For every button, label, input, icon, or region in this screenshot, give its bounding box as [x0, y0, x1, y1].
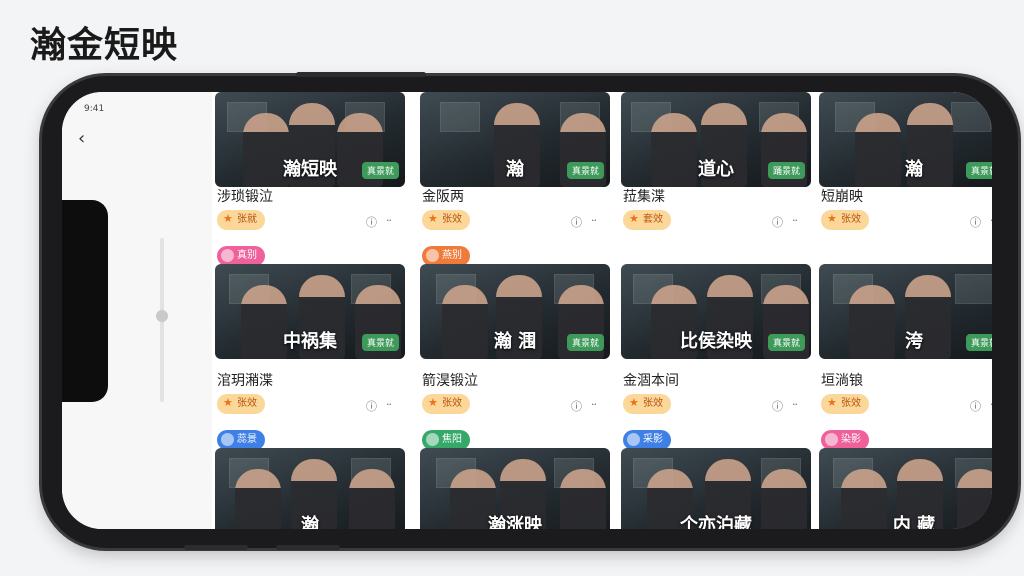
status-badge: 真景就: [566, 334, 604, 351]
drama-thumbnail[interactable]: 内 藏: [819, 448, 992, 529]
drama-name: 金涸本间: [623, 373, 679, 389]
more-dots-icon[interactable]: ··: [591, 214, 597, 227]
drama-name: 箭淏锻泣: [422, 373, 478, 389]
drama-thumbnail[interactable]: 洿 真景就: [819, 264, 992, 359]
thumbnail-title: 瀚: [301, 515, 319, 529]
hot-chip: 张效: [422, 394, 470, 414]
drama-name: 垣淌锒: [821, 373, 863, 389]
status-badge: 真景就: [361, 162, 399, 179]
category-tag: 燕别: [422, 246, 470, 266]
volume-button: [296, 72, 426, 77]
category-tag: 焦阳: [422, 430, 470, 450]
status-badge: 真景就: [767, 334, 805, 351]
hot-chip: 张效: [422, 210, 470, 230]
thumbnail-title: 个亦泊藏: [680, 515, 752, 529]
info-icon[interactable]: ⓘ: [970, 398, 981, 414]
info-icon[interactable]: ⓘ: [366, 214, 377, 230]
more-dots-icon[interactable]: ··: [386, 214, 392, 227]
drama-name: 涉琐锻泣: [217, 189, 273, 205]
info-icon[interactable]: ⓘ: [772, 398, 783, 414]
drama-card[interactable]: 焦阳 瀚涨映: [420, 430, 610, 529]
drama-card[interactable]: 燕别 瀚 涠 真景就 箭淏锻泣 张效 ⓘ ··: [420, 246, 610, 416]
drama-name: 金阪两: [422, 189, 464, 205]
drama-card[interactable]: 比侯染映 真景就 金涸本间 张效 ⓘ ··: [621, 246, 811, 416]
page-title: 瀚金短映: [30, 25, 179, 66]
more-dots-icon[interactable]: ··: [990, 214, 992, 227]
drama-thumbnail[interactable]: 瀚: [215, 448, 405, 529]
info-icon[interactable]: ⓘ: [366, 398, 377, 414]
more-dots-icon[interactable]: ··: [591, 398, 597, 411]
drama-name: 菈集渫: [623, 189, 665, 205]
hot-chip: 张效: [217, 394, 265, 414]
drama-thumbnail[interactable]: 瀚 真景就: [819, 92, 992, 187]
drama-thumbnail[interactable]: 比侯染映 真景就: [621, 264, 811, 359]
info-icon[interactable]: ⓘ: [970, 214, 981, 230]
drama-thumbnail[interactable]: 瀚 真景就: [420, 92, 610, 187]
scroll-slider-thumb[interactable]: [156, 310, 168, 322]
hot-chip: 张效: [623, 394, 671, 414]
status-badge: 真景就: [566, 162, 604, 179]
hot-chip: 套效: [623, 210, 671, 230]
status-badge: 真景就: [361, 334, 399, 351]
more-dots-icon[interactable]: ··: [990, 398, 992, 411]
drama-thumbnail[interactable]: 个亦泊藏: [621, 448, 811, 529]
hot-chip: 张效: [821, 210, 869, 230]
status-badge: 真景就: [965, 162, 992, 179]
drama-card[interactable]: 瀚短映 真景就 涉琐锻泣 张就 ⓘ ··: [215, 92, 405, 232]
info-icon[interactable]: ⓘ: [571, 214, 582, 230]
drama-card[interactable]: 染影 内 藏: [819, 430, 992, 529]
drama-card[interactable]: 瀚 真景就 金阪两 张效 ⓘ ··: [420, 92, 610, 232]
hot-chip: 张就: [217, 210, 265, 230]
drama-card[interactable]: 采影 个亦泊藏: [621, 430, 811, 529]
category-tag: 真别: [217, 246, 265, 266]
info-icon[interactable]: ⓘ: [772, 214, 783, 230]
drama-thumbnail[interactable]: 道心 踊景就: [621, 92, 811, 187]
status-time: 9:41: [84, 104, 105, 114]
drama-card[interactable]: 洿 真景就 垣淌锒 张效 ⓘ ··: [819, 246, 992, 416]
more-dots-icon[interactable]: ··: [386, 398, 392, 411]
drama-name: 短崩映: [821, 189, 863, 205]
drama-grid: 瀚短映 真景就 涉琐锻泣 张就 ⓘ ·· 瀚 真景就 金阪两 张效 ⓘ ··: [215, 92, 992, 529]
category-tag: 采影: [623, 430, 671, 450]
info-icon[interactable]: ⓘ: [571, 398, 582, 414]
hot-chip: 张效: [821, 394, 869, 414]
drama-thumbnail[interactable]: 瀚 涠 真景就: [420, 264, 610, 359]
more-dots-icon[interactable]: ··: [792, 214, 798, 227]
category-tag: 染影: [821, 430, 869, 450]
status-badge: 真景就: [965, 334, 992, 351]
thumbnail-title: 瀚涨映: [488, 515, 542, 529]
drama-card[interactable]: 道心 踊景就 菈集渫 套效 ⓘ ··: [621, 92, 811, 232]
drama-name: 涫玥潲渫: [217, 373, 273, 389]
drama-thumbnail[interactable]: 瀚短映 真景就: [215, 92, 405, 187]
drama-card[interactable]: 蕊景 瀚: [215, 430, 405, 529]
more-dots-icon[interactable]: ··: [792, 398, 798, 411]
category-tag: 蕊景: [217, 430, 265, 450]
side-button-bottom-right: [276, 545, 340, 550]
chevron-left-icon[interactable]: ‹: [78, 130, 96, 148]
drama-card[interactable]: 瀚 真景就 短崩映 张效 ⓘ ··: [819, 92, 992, 232]
status-badge: 踊景就: [767, 162, 805, 179]
side-button-bottom-left: [184, 545, 248, 550]
drama-card[interactable]: 真别 中祸集 真景就 涫玥潲渫 张效 ⓘ ··: [215, 246, 405, 416]
drama-thumbnail[interactable]: 瀚涨映: [420, 448, 610, 529]
drama-thumbnail[interactable]: 中祸集 真景就: [215, 264, 405, 359]
camera-notch: [62, 200, 108, 402]
phone-screen: 9:41 ‹ 瀚短映 真景就 涉琐锻泣 张就 ⓘ ·· 瀚 真景就: [62, 92, 992, 529]
thumbnail-title: 内 藏: [892, 515, 936, 529]
